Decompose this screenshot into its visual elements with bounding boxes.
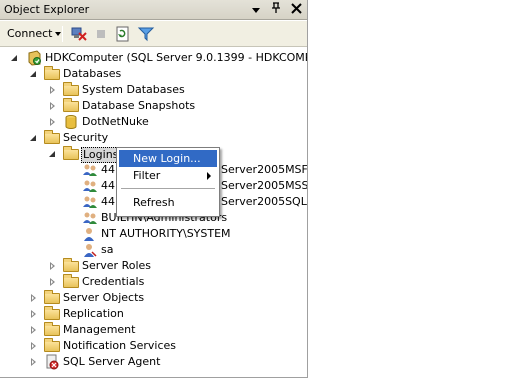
agent-icon bbox=[44, 354, 60, 370]
toolbar-separator bbox=[62, 26, 63, 42]
login-item[interactable]: NT AUTHORITY\SYSTEM bbox=[0, 226, 307, 242]
database-snapshots-label: Database Snapshots bbox=[82, 99, 196, 112]
submenu-arrow-icon bbox=[207, 172, 211, 180]
login-item-label: NT AUTHORITY\SYSTEM bbox=[101, 227, 231, 240]
menu-item-filter[interactable]: Filter bbox=[119, 167, 217, 184]
toolbar: Connect bbox=[0, 21, 307, 47]
title-bar: Object Explorer bbox=[0, 0, 307, 20]
folder-icon bbox=[63, 146, 79, 160]
collapse-toggle[interactable] bbox=[10, 54, 19, 63]
credentials-label: Credentials bbox=[82, 275, 145, 288]
logins-label: Logins bbox=[81, 147, 121, 163]
tree-node-replication[interactable]: Replication bbox=[0, 306, 307, 322]
tree-node-server[interactable]: HDKComputer (SQL Server 9.0.1399 - HDKCO… bbox=[0, 50, 307, 66]
collapse-toggle[interactable] bbox=[48, 150, 57, 159]
server-objects-label: Server Objects bbox=[63, 291, 145, 304]
system-databases-label: System Databases bbox=[82, 83, 185, 96]
tree-node-credentials[interactable]: Credentials bbox=[0, 274, 307, 290]
expand-toggle[interactable] bbox=[48, 86, 57, 95]
replication-label: Replication bbox=[63, 307, 124, 320]
tree-node-security[interactable]: Security bbox=[0, 130, 307, 146]
user-group-icon bbox=[82, 178, 98, 194]
filter-label: Filter bbox=[133, 169, 161, 182]
chevron-down-icon bbox=[55, 32, 62, 36]
login-item-label: 44 bbox=[101, 195, 115, 208]
sql-server-agent-label: SQL Server Agent bbox=[63, 355, 161, 368]
folder-icon bbox=[44, 290, 60, 304]
expand-toggle[interactable] bbox=[29, 310, 38, 319]
login-item[interactable]: sa bbox=[0, 242, 307, 258]
user-group-icon bbox=[82, 194, 98, 210]
new-login-label: New Login... bbox=[133, 152, 201, 165]
tree-node-databases[interactable]: Databases bbox=[0, 66, 307, 82]
collapse-toggle[interactable] bbox=[29, 70, 38, 79]
dropdown-icon[interactable] bbox=[248, 2, 264, 18]
folder-icon bbox=[63, 82, 79, 96]
object-explorer-panel: Object Explorer Connect HDKComputer (SQL… bbox=[0, 0, 308, 378]
expand-toggle[interactable] bbox=[48, 102, 57, 111]
pin-icon[interactable] bbox=[268, 2, 284, 18]
expand-toggle[interactable] bbox=[29, 358, 38, 367]
folder-icon bbox=[63, 274, 79, 288]
login-item-label: sa bbox=[101, 243, 114, 256]
database-icon bbox=[64, 114, 80, 130]
connect-label: Connect bbox=[7, 27, 53, 40]
menu-separator bbox=[121, 188, 215, 189]
server-label: HDKComputer (SQL Server 9.0.1399 - HDKCO… bbox=[45, 51, 307, 64]
login-item-label: 44 bbox=[101, 179, 115, 192]
server-roles-label: Server Roles bbox=[82, 259, 152, 272]
expand-toggle[interactable] bbox=[48, 118, 57, 127]
filter-icon[interactable] bbox=[137, 25, 155, 43]
collapse-toggle[interactable] bbox=[29, 134, 38, 143]
user-group-icon bbox=[82, 210, 98, 226]
login-item-label: Server2005SQLA bbox=[221, 195, 308, 208]
expand-toggle[interactable] bbox=[29, 294, 38, 303]
folder-icon bbox=[63, 98, 79, 112]
folder-icon bbox=[44, 306, 60, 320]
user-icon bbox=[82, 226, 98, 242]
tree-node-database-snapshots[interactable]: Database Snapshots bbox=[0, 98, 307, 114]
login-item-label: 44 bbox=[101, 163, 115, 176]
disconnect-icon[interactable] bbox=[70, 25, 88, 43]
connect-button[interactable]: Connect bbox=[3, 25, 65, 43]
folder-icon bbox=[44, 322, 60, 336]
user-icon bbox=[82, 242, 98, 258]
folder-icon bbox=[63, 258, 79, 272]
folder-icon bbox=[44, 338, 60, 352]
tree-node-dotnetnuke[interactable]: DotNetNuke bbox=[0, 114, 307, 130]
folder-icon bbox=[44, 66, 60, 80]
window-title: Object Explorer bbox=[4, 3, 90, 16]
expand-toggle[interactable] bbox=[29, 326, 38, 335]
expand-toggle[interactable] bbox=[48, 262, 57, 271]
tree-node-server-objects[interactable]: Server Objects bbox=[0, 290, 307, 306]
tree-node-system-databases[interactable]: System Databases bbox=[0, 82, 307, 98]
notification-services-label: Notification Services bbox=[63, 339, 176, 352]
menu-item-refresh[interactable]: Refresh bbox=[119, 194, 217, 211]
context-menu: New Login... Filter Refresh bbox=[116, 147, 220, 217]
login-item-label: Server2005MSSG bbox=[221, 179, 308, 192]
refresh-icon[interactable] bbox=[114, 25, 132, 43]
tree-node-server-roles[interactable]: Server Roles bbox=[0, 258, 307, 274]
login-item-label: Server2005MSFT bbox=[221, 163, 308, 176]
databases-label: Databases bbox=[63, 67, 122, 80]
menu-item-new-login[interactable]: New Login... bbox=[119, 150, 217, 167]
tree-node-sql-server-agent[interactable]: SQL Server Agent bbox=[0, 354, 307, 370]
expand-toggle[interactable] bbox=[48, 278, 57, 287]
server-icon bbox=[26, 50, 42, 66]
refresh-label: Refresh bbox=[133, 196, 175, 209]
user-group-icon bbox=[82, 162, 98, 178]
folder-icon bbox=[44, 130, 60, 144]
tree-node-notification-services[interactable]: Notification Services bbox=[0, 338, 307, 354]
close-icon[interactable] bbox=[288, 2, 304, 18]
tree-node-management[interactable]: Management bbox=[0, 322, 307, 338]
dotnetnuke-label: DotNetNuke bbox=[82, 115, 149, 128]
expand-toggle[interactable] bbox=[29, 342, 38, 351]
stop-icon[interactable] bbox=[92, 25, 110, 43]
management-label: Management bbox=[63, 323, 136, 336]
security-label: Security bbox=[63, 131, 109, 144]
